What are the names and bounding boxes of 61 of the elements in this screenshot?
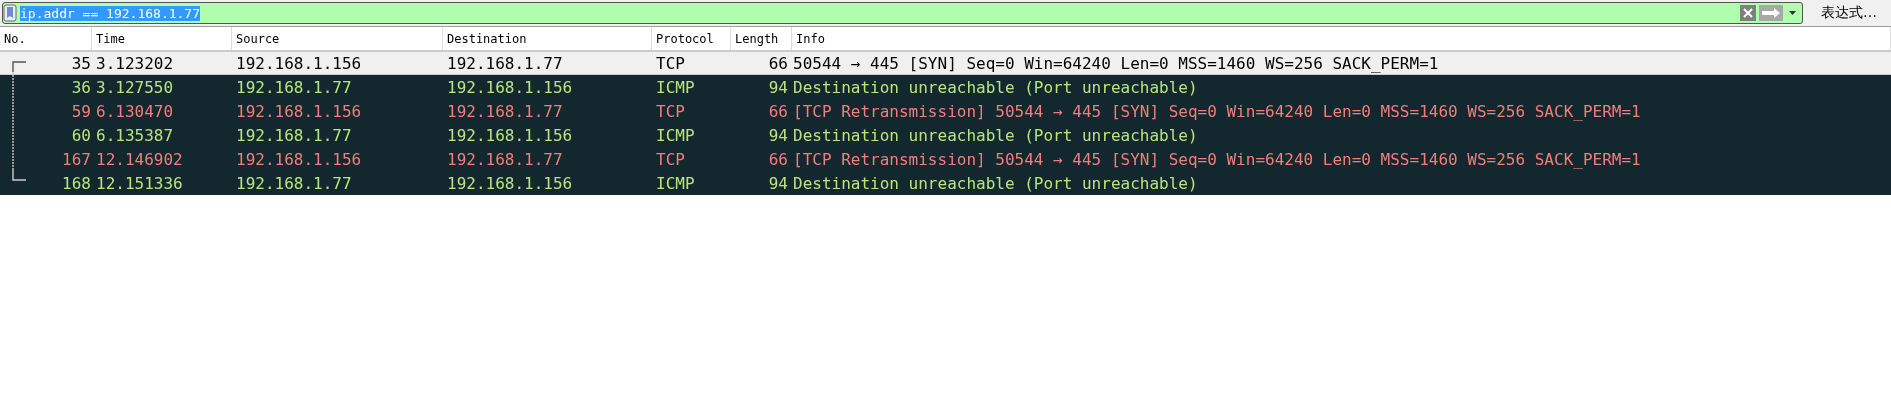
table-cell: 12.146902 <box>96 149 183 169</box>
column-header[interactable]: Time <box>92 27 232 50</box>
column-header[interactable]: Info <box>792 27 1891 50</box>
table-cell: 59 <box>71 101 91 121</box>
table-cell: ICMP <box>656 173 695 193</box>
table-cell: TCP <box>656 53 685 73</box>
table-cell: 192.168.1.77 <box>236 125 352 145</box>
close-icon <box>1742 7 1754 19</box>
table-cell: 36 <box>71 77 91 97</box>
table-cell: TCP <box>656 149 685 169</box>
packet-row[interactable]: 60 6.135387 192.168.1.77 192.168.1.156 ICMP 94 Destination unreachable (Port unreachable) <box>0 123 1891 147</box>
table-cell: 192.168.1.156 <box>236 53 362 73</box>
table-cell: [TCP Retransmission] 50544 → 445 [SYN] Seq=0 Win=64240 Len=0 MSS=1460 WS=256 SACK_PERM=1 <box>793 149 1641 169</box>
table-cell: 192.168.1.77 <box>447 149 563 169</box>
table-cell: 3.127550 <box>96 77 174 97</box>
column-header[interactable]: Length <box>731 27 792 50</box>
table-cell: ICMP <box>656 125 695 145</box>
table-cell: 3.123202 <box>96 53 174 73</box>
caret-icon <box>1788 11 1796 15</box>
table-cell: 60 <box>71 125 91 145</box>
packet-row[interactable]: 167 12.146902 192.168.1.156 192.168.1.77 TCP 66 [TCP Retransmission] 50544 → 445 [SYN] Seq=0 Win=64240 Len=0 MSS=1460 WS=256 SACK_PERM=1 <box>0 147 1891 171</box>
table-cell: 94 <box>768 77 788 97</box>
column-header[interactable]: Protocol <box>652 27 731 50</box>
table-cell: 168 <box>62 173 91 193</box>
table-cell: 192.168.1.77 <box>447 101 563 121</box>
table-cell: 66 <box>768 149 788 169</box>
table-cell: Destination unreachable (Port unreachable) <box>793 125 1198 145</box>
table-cell: Destination unreachable (Port unreachable) <box>793 173 1198 193</box>
table-cell: 192.168.1.156 <box>447 173 573 193</box>
table-cell: [TCP Retransmission] 50544 → 445 [SYN] Seq=0 Win=64240 Len=0 MSS=1460 WS=256 SACK_PERM=1 <box>793 101 1641 121</box>
table-cell: 6.135387 <box>96 125 174 145</box>
column-header[interactable]: Destination <box>443 27 652 50</box>
column-header[interactable]: No. <box>0 27 92 50</box>
column-header[interactable]: Source <box>232 27 443 50</box>
table-cell: 167 <box>62 149 91 169</box>
table-cell: TCP <box>656 101 685 121</box>
table-cell: ICMP <box>656 77 695 97</box>
expression-button[interactable]: 表达式… <box>1809 2 1889 24</box>
table-cell: 94 <box>768 125 788 145</box>
packet-row[interactable]: 168 12.151336 192.168.1.77 192.168.1.156 ICMP 94 Destination unreachable (Port unreachable) <box>0 171 1891 195</box>
packet-row[interactable]: 36 3.127550 192.168.1.77 192.168.1.156 ICMP 94 Destination unreachable (Port unreachable) <box>0 75 1891 99</box>
table-cell: 192.168.1.156 <box>236 101 362 121</box>
table-cell: 35 <box>71 53 91 73</box>
table-cell: Destination unreachable (Port unreachable) <box>793 77 1198 97</box>
table-cell: 192.168.1.77 <box>236 173 352 193</box>
bookmark-icon[interactable] <box>3 4 17 22</box>
packet-row[interactable]: 59 6.130470 192.168.1.156 192.168.1.77 TCP 66 [TCP Retransmission] 50544 → 445 [SYN] Seq=0 Win=64240 Len=0 MSS=1460 WS=256 SACK_PERM=1 <box>0 99 1891 123</box>
table-cell: 66 <box>768 101 788 121</box>
table-cell: 192.168.1.156 <box>447 125 573 145</box>
table-cell: 6.130470 <box>96 101 174 121</box>
clear-button[interactable] <box>1740 5 1756 21</box>
table-cell: 50544 → 445 [SYN] Seq=0 Win=64240 Len=0 MSS=1460 WS=256 SACK_PERM=1 <box>793 53 1439 73</box>
packet-row[interactable]: 35 3.123202 192.168.1.156 192.168.1.77 TCP 66 50544 → 445 [SYN] Seq=0 Win=64240 Len=0 MSS=1460 WS=256 SACK_PERM=1 <box>0 51 1891 75</box>
arrow-right-icon <box>1761 8 1781 18</box>
table-cell: 66 <box>768 53 788 73</box>
table-cell: 192.168.1.77 <box>236 77 352 97</box>
table-cell: 192.168.1.77 <box>447 53 563 73</box>
table-cell: 192.168.1.156 <box>236 149 362 169</box>
table-cell: 94 <box>768 173 788 193</box>
table-cell: 12.151336 <box>96 173 183 193</box>
table-cell: 192.168.1.156 <box>447 77 573 97</box>
